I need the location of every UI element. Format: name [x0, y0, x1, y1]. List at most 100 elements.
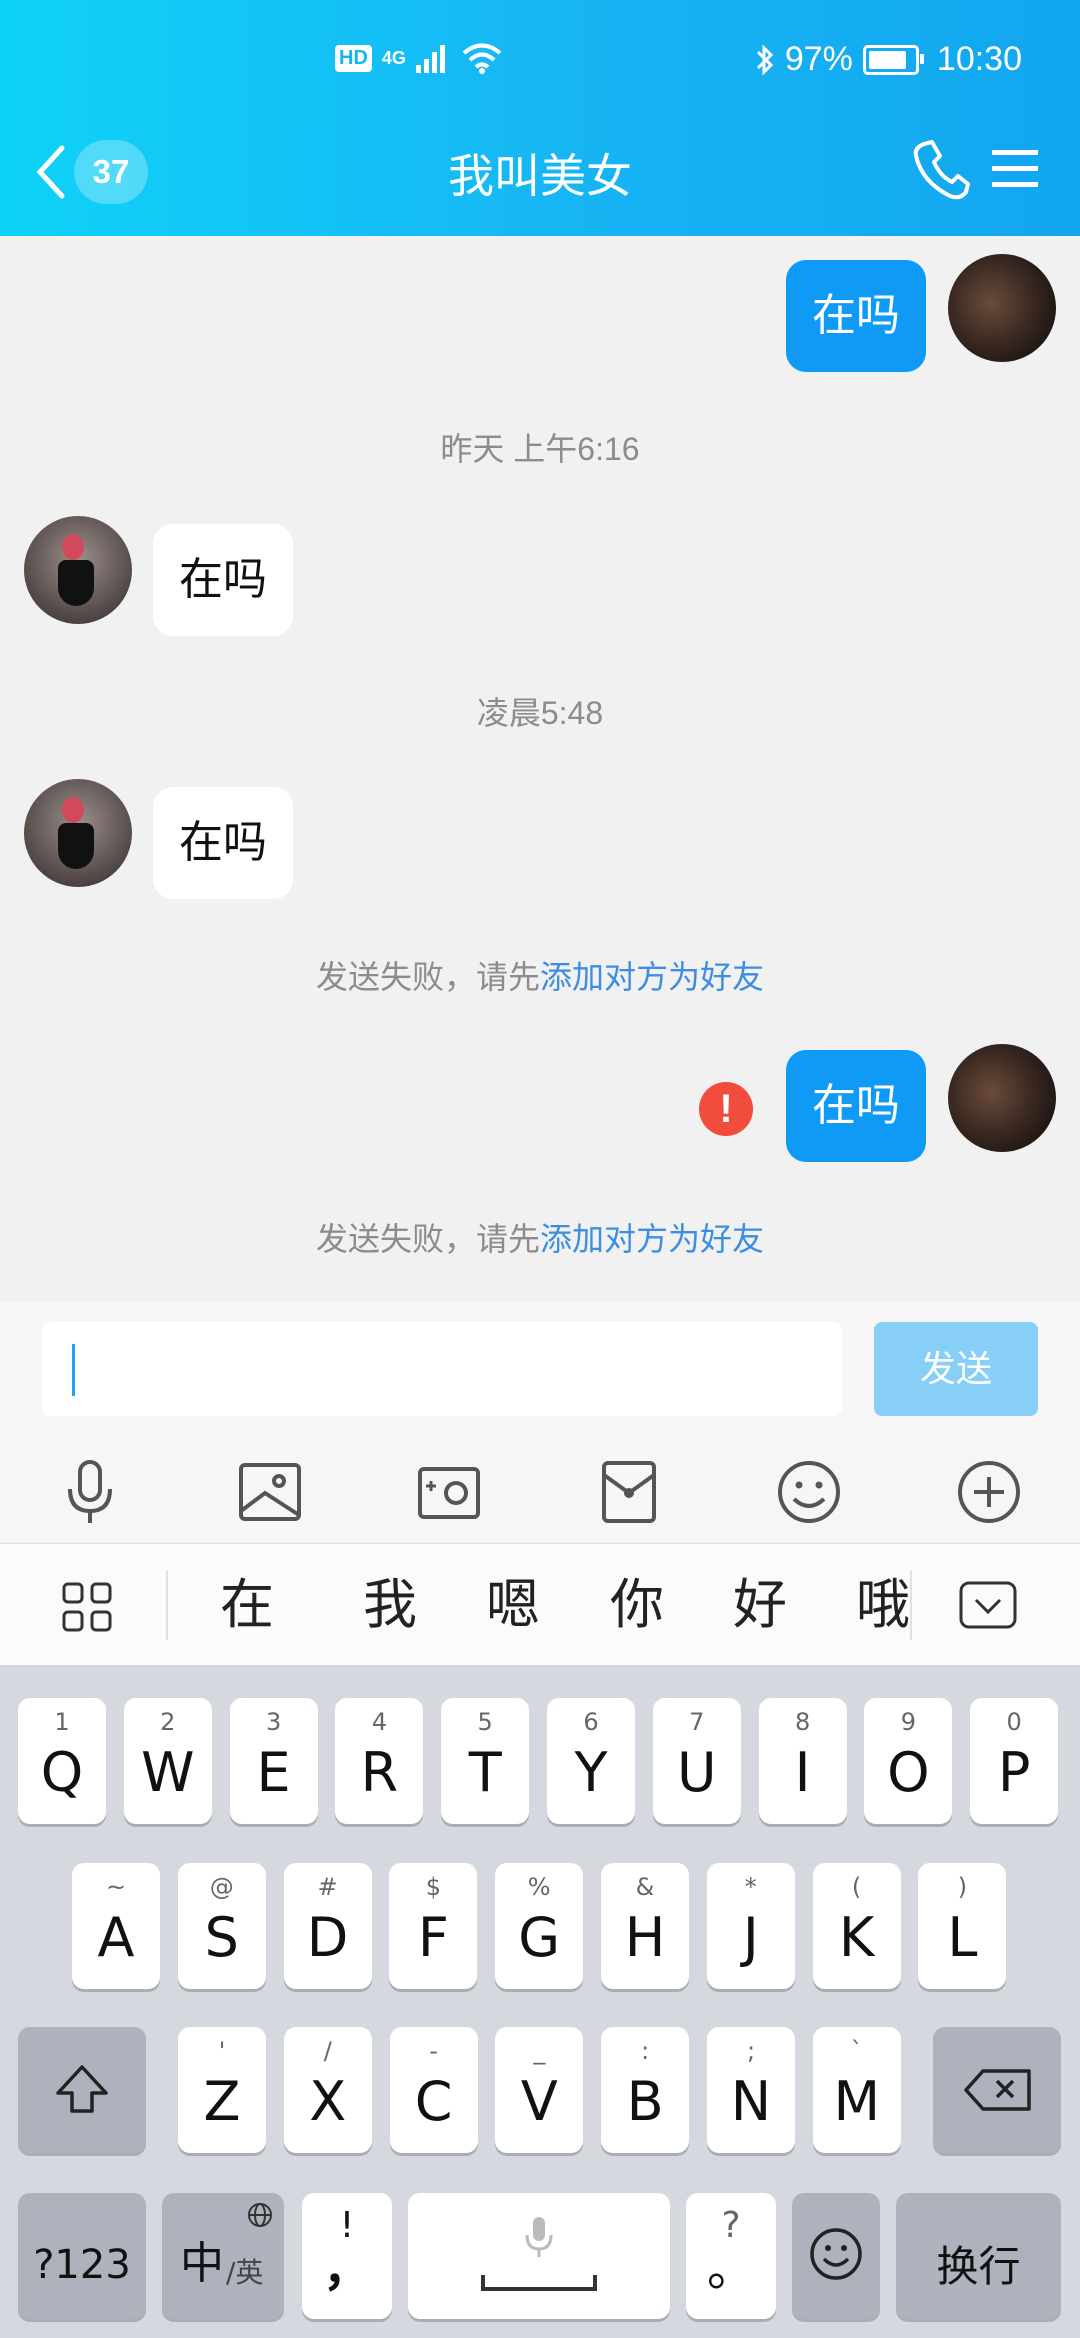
- red-packet-icon[interactable]: [594, 1457, 664, 1527]
- key-primary-label: P: [997, 1741, 1031, 1804]
- emoji-icon[interactable]: [774, 1457, 844, 1527]
- hide-keyboard-icon[interactable]: [958, 1580, 1018, 1630]
- message-input[interactable]: [42, 1322, 842, 1416]
- symbols-key[interactable]: ?123: [18, 2193, 146, 2319]
- candidate-word[interactable]: 嗯: [468, 1544, 558, 1666]
- send-failed-text: 发送失败，请先: [315, 959, 540, 995]
- shift-key[interactable]: [18, 2027, 146, 2153]
- emoji-key[interactable]: [792, 2193, 880, 2319]
- key-secondary-label: _: [533, 2037, 546, 2065]
- key-secondary-label: `: [850, 2037, 863, 2065]
- message-bubble-sent[interactable]: 在吗: [786, 260, 926, 372]
- contact-avatar[interactable]: [24, 779, 132, 887]
- key-primary-label: Y: [574, 1741, 608, 1804]
- wifi-icon: [462, 43, 502, 74]
- microphone-icon[interactable]: [55, 1457, 125, 1527]
- key-y[interactable]: 6Y: [547, 1698, 635, 1824]
- key-l[interactable]: ) L: [918, 1863, 1007, 1989]
- key-x[interactable]: / X: [283, 2027, 372, 2153]
- clock: 10:30: [936, 40, 1022, 78]
- enter-key-label: 换行: [936, 2242, 1021, 2291]
- key-f[interactable]: $ F: [389, 1863, 478, 1989]
- key-secondary-label: (: [851, 1873, 862, 1901]
- key-k[interactable]: (K: [812, 1863, 901, 1989]
- key-primary-label: I: [794, 1741, 811, 1804]
- header: HD 4G 97% 10:30 我叫美女 37: [0, 0, 1080, 236]
- key-w[interactable]: 2W: [123, 1698, 212, 1824]
- my-avatar[interactable]: [948, 254, 1056, 362]
- bluetooth-icon: [756, 43, 773, 76]
- comma-key[interactable]: ! ，: [302, 2193, 392, 2319]
- space-bar-icon: [481, 2275, 597, 2291]
- symbols-key-label: ?123: [33, 2242, 131, 2288]
- key-i[interactable]: 8I: [758, 1698, 847, 1824]
- candidate-word[interactable]: 哦: [838, 1544, 928, 1666]
- chevron-left-icon: [36, 145, 65, 199]
- key-secondary-label: 2: [160, 1708, 176, 1736]
- key-n[interactable]: ; N: [707, 2027, 795, 2153]
- key-p[interactable]: 0P: [970, 1698, 1059, 1824]
- key-primary-label: N: [730, 2070, 772, 2133]
- key-g[interactable]: % G: [495, 1863, 584, 1989]
- key-s[interactable]: @ S: [177, 1863, 266, 1989]
- message-bubble-sent[interactable]: 在吗: [786, 1050, 926, 1162]
- key-primary-label: E: [256, 1741, 291, 1804]
- key-secondary-label: &: [635, 1873, 655, 1901]
- send-error-icon[interactable]: !: [699, 1082, 753, 1136]
- image-icon[interactable]: [235, 1457, 305, 1527]
- backspace-key[interactable]: [933, 2027, 1061, 2153]
- candidate-word[interactable]: 好: [715, 1544, 805, 1666]
- grid-menu-icon[interactable]: [62, 1582, 112, 1632]
- key-c[interactable]: -C: [389, 2027, 478, 2153]
- plus-icon[interactable]: [954, 1457, 1024, 1527]
- key-h[interactable]: & H: [601, 1863, 689, 1989]
- back-button[interactable]: 37: [34, 140, 164, 204]
- message-list[interactable]: 在吗 昨天 上午6:16 在吗 凌晨5:48 在吗 发送失败，请先添加对方为好友…: [0, 236, 1080, 1302]
- key-primary-label: Z: [203, 2070, 241, 2133]
- space-key[interactable]: [408, 2193, 670, 2319]
- key-a[interactable]: ~ A: [72, 1863, 160, 1989]
- key-z[interactable]: ' Z: [178, 2027, 266, 2153]
- key-j[interactable]: * J: [706, 1863, 795, 1989]
- camera-icon[interactable]: [414, 1457, 484, 1527]
- nav-bar: 我叫美女 37: [0, 130, 1080, 210]
- key-r[interactable]: 4R: [335, 1698, 424, 1824]
- message-bubble-received[interactable]: 在吗: [153, 787, 293, 899]
- message-bubble-received[interactable]: 在吗: [153, 524, 293, 636]
- battery-percent: 97%: [784, 40, 853, 78]
- key-v[interactable]: _ V: [495, 2027, 584, 2153]
- key-secondary-label: *: [744, 1873, 757, 1901]
- key-secondary-label: 4: [371, 1708, 388, 1736]
- status-left: HD 4G: [335, 42, 502, 74]
- candidate-word[interactable]: 我: [345, 1544, 435, 1666]
- key-q[interactable]: 1Q: [18, 1698, 106, 1824]
- period-key[interactable]: ? 。: [686, 2193, 776, 2319]
- candidate-word[interactable]: 你: [592, 1544, 682, 1666]
- key-u[interactable]: 7U: [652, 1698, 741, 1824]
- key-b[interactable]: :B: [601, 2027, 690, 2153]
- key-secondary-label: %: [527, 1873, 551, 1901]
- key-o[interactable]: 9O: [864, 1698, 953, 1824]
- phone-icon[interactable]: [910, 138, 970, 202]
- key-secondary-label: /: [323, 2037, 332, 2065]
- keyboard: 1Q2W3E4R5T6Y7U8I9O0P ~ A @ S # D $ F% G & H * J(K) L …: [0, 1665, 1080, 2338]
- key-t[interactable]: 5T: [441, 1698, 530, 1824]
- candidate-word[interactable]: 在: [202, 1544, 292, 1666]
- key-m[interactable]: ` M: [812, 2027, 901, 2153]
- key-d[interactable]: # D: [283, 1863, 372, 1989]
- my-avatar[interactable]: [948, 1044, 1056, 1152]
- key-primary-label: U: [677, 1741, 717, 1804]
- send-failed-notice: 发送失败，请先添加对方为好友: [0, 1214, 1080, 1260]
- language-switch-key[interactable]: 中 /英: [162, 2193, 284, 2319]
- composer: 发送: [0, 1302, 1080, 1542]
- add-friend-link[interactable]: 添加对方为好友: [540, 959, 764, 995]
- key-e[interactable]: 3E: [229, 1698, 318, 1824]
- key-secondary-label: @: [209, 1873, 234, 1901]
- signal-icon: [415, 45, 445, 73]
- key-secondary-label: 3: [265, 1708, 282, 1736]
- menu-icon[interactable]: [990, 144, 1040, 194]
- contact-avatar[interactable]: [24, 516, 132, 624]
- enter-key[interactable]: 换行: [896, 2193, 1061, 2319]
- add-friend-link[interactable]: 添加对方为好友: [540, 1221, 764, 1257]
- send-button[interactable]: 发送: [874, 1322, 1038, 1416]
